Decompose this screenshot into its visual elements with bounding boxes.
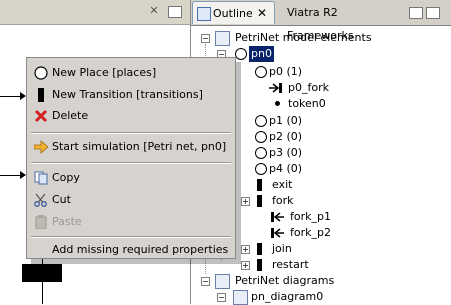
- diagram-icon: [233, 290, 248, 305]
- tree-item-diagrams[interactable]: − PetriNet diagrams: [191, 273, 451, 289]
- maximize-icon[interactable]: [426, 7, 440, 19]
- menu-item-paste: Paste: [28, 211, 234, 233]
- transition-icon: [257, 195, 262, 207]
- tree-label: fork_p1: [290, 210, 331, 223]
- diagram-arc: [0, 175, 22, 176]
- close-icon[interactable]: ✕: [147, 4, 161, 18]
- tree-label: p0 (1): [269, 65, 303, 78]
- minimize-icon[interactable]: [409, 7, 423, 19]
- place-icon: [34, 66, 48, 80]
- tree-item-root[interactable]: − PetriNet model elements: [191, 30, 451, 46]
- expand-icon[interactable]: +: [241, 261, 250, 270]
- tree-label: p0_fork: [288, 81, 329, 94]
- menu-item-start-simulation[interactable]: Start simulation [Petri net, pn0]: [28, 136, 234, 158]
- tree-label: join: [272, 242, 292, 255]
- tree-label: p2 (0): [269, 130, 303, 143]
- menu-item-label: Delete: [52, 109, 89, 122]
- tab-viatra-frameworks[interactable]: Viatra R2 Frameworks: [277, 1, 401, 42]
- menu-item-label: Copy: [52, 171, 80, 184]
- context-menu: New Place [places] New Transition [trans…: [26, 57, 236, 259]
- menu-separator: [31, 162, 231, 164]
- place-icon: [255, 66, 267, 78]
- menu-item-delete[interactable]: Delete: [28, 105, 234, 127]
- transition-shape[interactable]: [22, 264, 62, 282]
- menu-separator: [31, 132, 231, 134]
- tree-label: restart: [272, 258, 309, 271]
- tree-label: p3 (0): [269, 146, 303, 159]
- menu-item-cut[interactable]: Cut: [28, 189, 234, 211]
- menu-item-label: Add missing required properties: [52, 243, 229, 256]
- maximize-icon[interactable]: [168, 6, 182, 18]
- outline-icon: [197, 7, 211, 21]
- transition-icon: [257, 179, 262, 191]
- menu-item-label: New Transition [transitions]: [52, 88, 203, 101]
- diagram-arc: [0, 96, 22, 97]
- menu-separator: [31, 236, 231, 238]
- outline-tab-bar: Outline ✕ Viatra R2 Frameworks: [191, 0, 451, 42]
- collapse-icon[interactable]: −: [201, 34, 210, 43]
- scissors-icon: [34, 193, 48, 207]
- collapse-icon[interactable]: −: [201, 277, 210, 286]
- arrow-right-icon: [33, 140, 49, 154]
- menu-item-new-transition[interactable]: New Transition [transitions]: [28, 84, 234, 106]
- tree-label: pn_diagram0: [251, 290, 324, 303]
- token-icon: [275, 101, 280, 106]
- tree-label: exit: [272, 178, 293, 191]
- transition-icon: [257, 243, 262, 255]
- arc-in-icon: [271, 211, 285, 223]
- model-elements-icon: [215, 31, 230, 46]
- tree-label: p4 (0): [269, 162, 303, 175]
- transition-icon: [34, 88, 48, 102]
- menu-item-label: Start simulation [Petri net, pn0]: [52, 140, 227, 153]
- menu-item-new-place[interactable]: New Place [places]: [28, 62, 234, 84]
- tab-outline[interactable]: Outline ✕: [192, 1, 275, 24]
- menu-item-label: Cut: [52, 193, 71, 206]
- menu-item-add-missing-properties[interactable]: Add missing required properties: [28, 239, 234, 261]
- place-icon: [255, 115, 267, 127]
- expand-icon[interactable]: +: [241, 197, 250, 206]
- expand-icon[interactable]: +: [241, 245, 250, 254]
- tree-label: fork_p2: [290, 226, 331, 239]
- menu-item-label: Paste: [52, 215, 82, 228]
- place-icon: [255, 131, 267, 143]
- diagram-arc: [42, 282, 43, 304]
- collapse-icon[interactable]: −: [217, 293, 226, 302]
- place-icon: [255, 147, 267, 159]
- tree-label: PetriNet model elements: [235, 31, 372, 44]
- place-icon: [255, 163, 267, 175]
- transition-icon: [257, 259, 262, 271]
- tree-label: token0: [288, 97, 326, 110]
- delete-icon: [34, 109, 48, 123]
- tree-label: PetriNet diagrams: [235, 274, 335, 287]
- tab-outline-label: Outline: [213, 7, 253, 20]
- paste-icon: [34, 215, 48, 230]
- tree-label: p1 (0): [269, 114, 303, 127]
- arc-in-icon: [271, 227, 285, 239]
- tree-item-pn-diagram0[interactable]: − pn_diagram0: [191, 289, 451, 305]
- menu-item-label: New Place [places]: [52, 66, 157, 79]
- menu-item-copy[interactable]: Copy: [28, 167, 234, 189]
- editor-tab-bar: ✕: [0, 0, 190, 25]
- petri-net-icon: [235, 48, 247, 60]
- diagrams-icon: [215, 274, 230, 289]
- arc-out-icon: [269, 82, 283, 94]
- tree-label: fork: [272, 194, 294, 207]
- close-icon[interactable]: ✕: [257, 2, 267, 25]
- tree-label: pn0: [249, 46, 274, 62]
- copy-icon: [34, 171, 48, 185]
